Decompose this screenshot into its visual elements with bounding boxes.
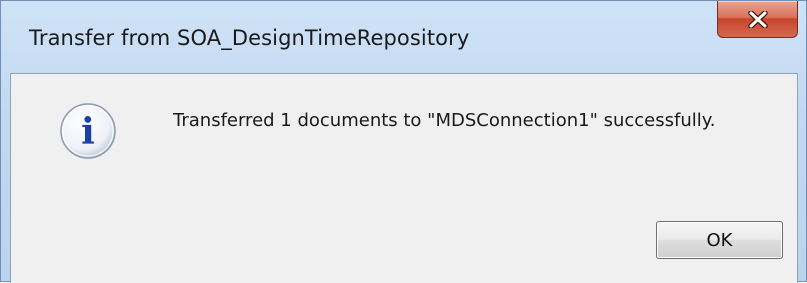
info-icon: i [58,101,118,161]
close-icon [748,11,768,28]
window-title: Transfer from SOA_DesignTimeRepository [29,26,470,50]
title-bar[interactable]: Transfer from SOA_DesignTimeRepository [1,1,806,73]
dialog-body: i Transferred 1 documents to "MDSConnect… [10,73,798,283]
info-glyph: i [81,111,95,153]
ok-button[interactable]: OK [656,221,783,259]
message-text: Transferred 1 documents to "MDSConnectio… [173,110,716,131]
dialog-window: Transfer from SOA_DesignTimeRepository i… [0,0,807,283]
close-button[interactable] [717,1,798,38]
